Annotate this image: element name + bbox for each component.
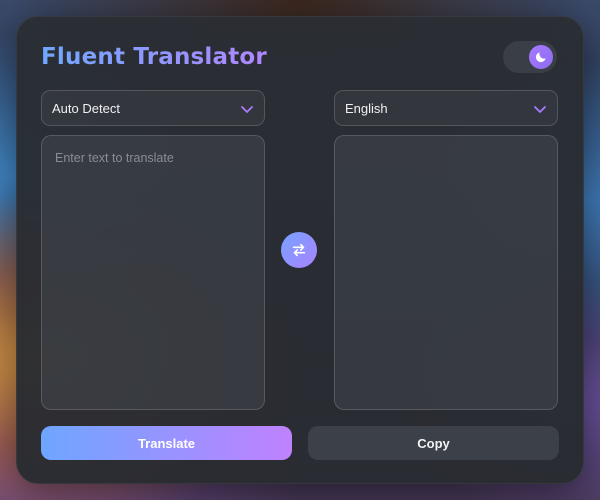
theme-toggle[interactable] (503, 41, 557, 73)
translate-button[interactable]: Translate (41, 426, 292, 460)
swap-languages-button[interactable] (281, 232, 317, 268)
chevron-down-icon (241, 106, 253, 113)
chevron-down-icon (534, 106, 546, 113)
source-language-label: Auto Detect (52, 101, 120, 116)
target-language-label: English (345, 101, 388, 116)
swap-arrows-icon (292, 243, 306, 257)
copy-button[interactable]: Copy (308, 426, 559, 460)
source-language-select[interactable]: Auto Detect (41, 90, 265, 126)
app-title: Fluent Translator (41, 44, 267, 70)
moon-icon (535, 52, 546, 63)
toggle-knob (529, 45, 553, 69)
translator-panel: Fluent Translator Auto Detect English Tr… (16, 16, 584, 484)
source-text-input[interactable] (41, 135, 265, 410)
target-language-select[interactable]: English (334, 90, 558, 126)
translation-output (334, 135, 558, 410)
